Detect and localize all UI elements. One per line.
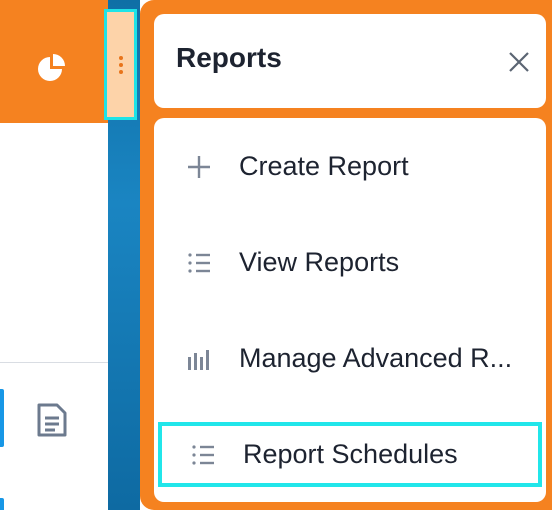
kebab-dot — [118, 62, 123, 67]
pie-chart-icon[interactable] — [34, 51, 70, 87]
bar-chart-icon — [188, 350, 209, 370]
panel-header: Reports — [154, 14, 546, 108]
more-options-button[interactable] — [104, 9, 137, 120]
menu-item-create-report[interactable]: Create Report — [154, 127, 546, 205]
menu-item-label: Report Schedules — [243, 439, 458, 469]
selection-indicator — [0, 498, 4, 510]
kebab-dot — [118, 55, 123, 60]
menu-item-label: View Reports — [239, 247, 400, 277]
app-header — [0, 0, 108, 123]
document-icon[interactable] — [35, 402, 69, 438]
plus-icon — [188, 156, 210, 178]
list-icon — [192, 445, 214, 465]
menu-item-label: Create Report — [239, 151, 409, 181]
reports-menu: Create Report View Reports Manage Advanc… — [154, 118, 546, 502]
close-icon[interactable] — [507, 50, 531, 74]
menu-item-report-schedules[interactable]: Report Schedules — [158, 422, 542, 487]
panel-title: Reports — [176, 42, 282, 73]
divider — [0, 362, 108, 363]
kebab-dot — [118, 69, 123, 74]
list-icon — [188, 253, 210, 273]
menu-item-view-reports[interactable]: View Reports — [154, 223, 546, 301]
selection-indicator — [0, 389, 4, 447]
menu-item-label: Manage Advanced R... — [239, 343, 513, 373]
menu-item-manage-advanced-reports[interactable]: Manage Advanced R... — [154, 319, 546, 397]
